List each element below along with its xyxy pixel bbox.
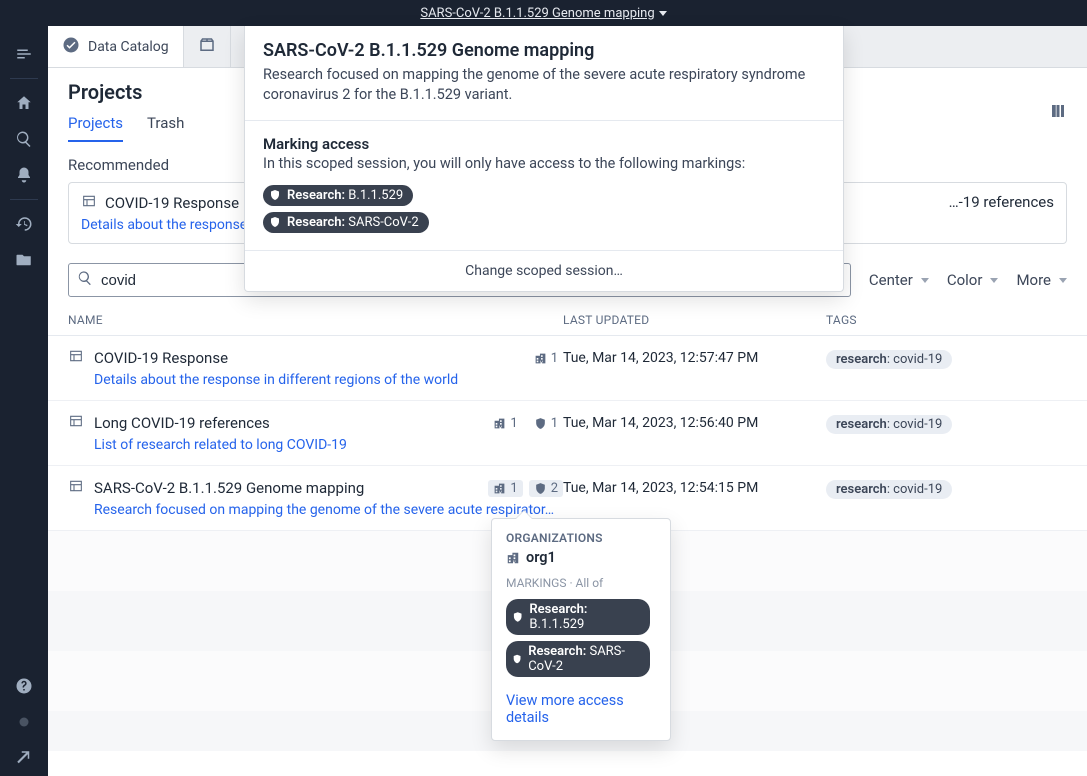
subtab-projects[interactable]: Projects (68, 104, 123, 142)
row-title: COVID-19 Response (94, 349, 228, 367)
tag: research: covid-19 (826, 350, 952, 369)
table-header: NAME LAST UPDATED TAGS (48, 297, 1087, 336)
row-title: SARS-CoV-2 B.1.1.529 Genome mapping (94, 479, 364, 497)
tab-secondary[interactable] (184, 26, 231, 67)
card-title: COVID-19 Response (105, 194, 239, 212)
filter-color[interactable]: Color (947, 271, 999, 289)
help-icon[interactable] (0, 668, 48, 704)
card-title: …-19 references (949, 193, 1054, 211)
row-desc: List of research related to long COVID-1… (94, 437, 563, 453)
marking-chip: Research: SARS-CoV-2 (506, 641, 650, 677)
change-scoped-session[interactable]: Change scoped session… (245, 250, 843, 291)
marking-chip: Research: B.1.1.529 (263, 185, 413, 206)
filter-center[interactable]: Center (869, 271, 929, 289)
search-icon (77, 270, 93, 290)
page-title: Projects (68, 80, 208, 104)
layout-toggle[interactable] (1049, 102, 1067, 124)
table-row[interactable]: Long COVID-19 references List of researc… (48, 401, 1087, 466)
row-desc: Research focused on mapping the genome o… (94, 502, 563, 518)
marking-count[interactable]: 2 (529, 480, 563, 497)
nav-rail (0, 26, 48, 776)
project-icon (68, 413, 84, 433)
tab-label: Data Catalog (88, 39, 169, 55)
col-name: NAME (68, 313, 563, 327)
org-name: org1 (526, 549, 556, 566)
project-icon (68, 478, 84, 498)
org-count: 1 (488, 415, 522, 432)
open-external-icon[interactable] (0, 740, 48, 776)
project-icon (68, 348, 84, 368)
marking-chip: Research: SARS-CoV-2 (263, 212, 429, 233)
markings-label: MARKINGS (506, 576, 566, 590)
notifications-icon[interactable] (0, 157, 48, 193)
rail-divider (10, 78, 38, 79)
check-circle-icon (62, 36, 80, 58)
tab-data-catalog[interactable]: Data Catalog (48, 26, 184, 67)
markings-suffix: · All of (566, 576, 603, 590)
marking-count: 1 (529, 415, 563, 432)
scoped-session-banner[interactable]: SARS-CoV-2 B.1.1.529 Genome mapping (0, 0, 1087, 26)
org-count: 1 (529, 350, 563, 367)
col-tags: TAGS (826, 313, 1067, 327)
archive-icon (198, 36, 216, 58)
rail-divider (10, 199, 38, 200)
access-details-popover: ORGANIZATIONS org1 MARKINGS · All of Res… (491, 518, 671, 741)
popover-desc: Research focused on mapping the genome o… (263, 65, 825, 106)
row-desc: Details about the response in different … (94, 372, 563, 388)
marking-chip: Research: B.1.1.529 (506, 599, 650, 635)
chevron-down-icon (655, 6, 667, 21)
popover-access-heading: Marking access (263, 135, 825, 153)
search-icon[interactable] (0, 121, 48, 157)
row-time: Tue, Mar 14, 2023, 12:56:40 PM (563, 413, 826, 453)
row-title: Long COVID-19 references (94, 414, 270, 432)
row-time: Tue, Mar 14, 2023, 12:57:47 PM (563, 348, 826, 388)
scoped-session-title[interactable]: SARS-CoV-2 B.1.1.529 Genome mapping (420, 6, 654, 21)
filter-more[interactable]: More (1016, 271, 1067, 289)
home-icon[interactable] (0, 85, 48, 121)
popover-title: SARS-CoV-2 B.1.1.529 Genome mapping (263, 40, 825, 61)
orgs-label: ORGANIZATIONS (506, 531, 656, 545)
subtab-trash[interactable]: Trash (147, 104, 184, 142)
menu-icon[interactable] (0, 36, 48, 72)
table-row[interactable]: COVID-19 Response Details about the resp… (48, 336, 1087, 401)
tag: research: covid-19 (826, 480, 952, 499)
tag: research: covid-19 (826, 415, 952, 434)
status-dot-icon (0, 704, 48, 740)
recent-icon[interactable] (0, 206, 48, 242)
scoped-session-popover: SARS-CoV-2 B.1.1.529 Genome mapping Rese… (244, 26, 844, 292)
files-icon[interactable] (0, 242, 48, 278)
project-icon (81, 193, 97, 213)
popover-access-text: In this scoped session, you will only ha… (263, 155, 825, 172)
org-icon (506, 551, 520, 565)
col-last-updated: LAST UPDATED (563, 313, 826, 327)
row-time: Tue, Mar 14, 2023, 12:54:15 PM (563, 478, 826, 518)
org-count[interactable]: 1 (488, 480, 522, 497)
view-access-details-link[interactable]: View more access details (506, 692, 656, 726)
